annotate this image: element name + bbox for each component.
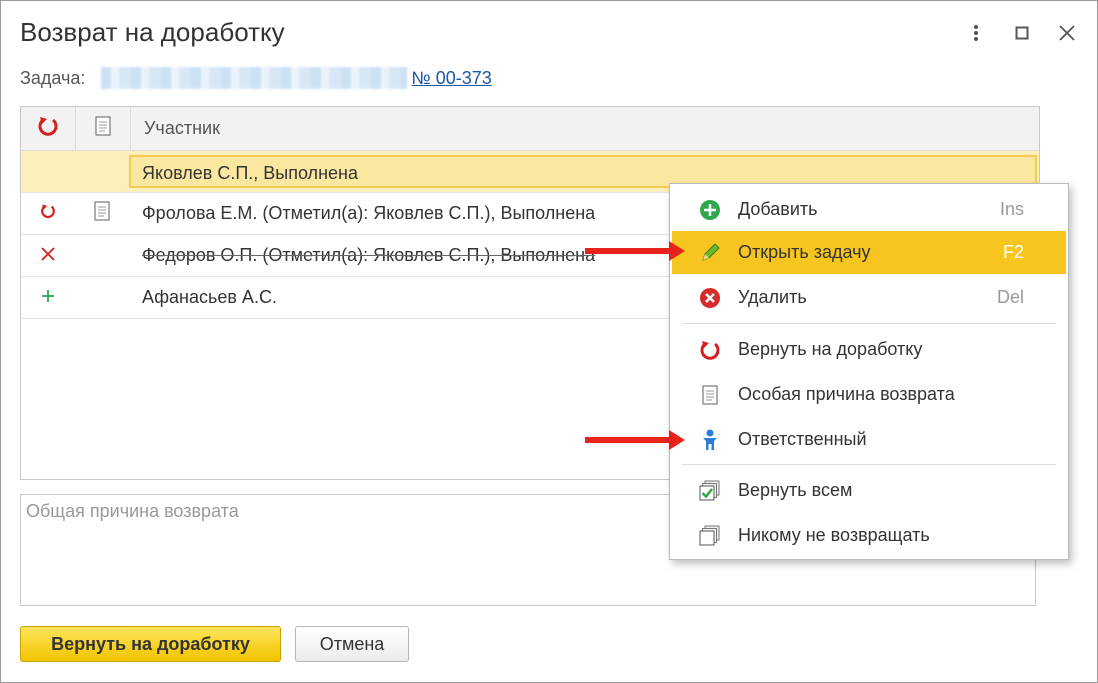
- close-icon[interactable]: [1053, 19, 1081, 47]
- menu-item-delete[interactable]: Удалить Del: [672, 276, 1066, 319]
- maximize-icon[interactable]: [1008, 19, 1036, 47]
- uncheck-all-icon: [698, 524, 722, 548]
- menu-item-return-none[interactable]: Никому не возвращать: [672, 514, 1066, 557]
- menu-item-special-reason[interactable]: Особая причина возврата: [672, 373, 1066, 416]
- return-button[interactable]: Вернуть на доработку: [20, 626, 281, 662]
- menu-item-return-all[interactable]: Вернуть всем: [672, 469, 1066, 512]
- cancel-button[interactable]: Отмена: [295, 626, 409, 662]
- header-participant[interactable]: Участник: [131, 118, 1039, 139]
- red-arrow-annotation: [585, 241, 685, 261]
- window-title: Возврат на доработку: [20, 17, 285, 47]
- context-menu: Добавить Ins Открыть задачу F2 Удалить D…: [669, 183, 1069, 560]
- menu-separator: [682, 464, 1056, 465]
- cross-icon[interactable]: [41, 245, 55, 266]
- table-header: Участник: [21, 107, 1039, 151]
- pencil-icon: [698, 241, 722, 265]
- document-icon: [698, 383, 722, 407]
- menu-item-add[interactable]: Добавить Ins: [672, 188, 1066, 231]
- menu-separator: [682, 323, 1056, 324]
- document-icon: [95, 116, 111, 141]
- header-return-column[interactable]: [21, 107, 76, 150]
- menu-item-return[interactable]: Вернуть на доработку: [672, 328, 1066, 371]
- task-label: Задача:: [20, 67, 86, 88]
- check-all-icon: [698, 479, 722, 503]
- return-icon: [698, 338, 722, 362]
- document-icon[interactable]: [94, 201, 110, 226]
- header-reason-column[interactable]: [76, 107, 131, 150]
- return-icon: [37, 115, 59, 142]
- plus-icon[interactable]: [41, 287, 55, 308]
- menu-item-open-task[interactable]: Открыть задачу F2: [672, 231, 1066, 274]
- more-menu-icon[interactable]: [962, 19, 990, 47]
- task-link[interactable]: № 00-373: [411, 68, 491, 89]
- task-row: Задача: № 00-373: [20, 67, 492, 89]
- menu-item-responsible[interactable]: Ответственный: [672, 418, 1066, 461]
- dialog-window: Возврат на доработку Задача: № 00-373 Уч…: [0, 0, 1098, 683]
- delete-circle-icon: [698, 286, 722, 310]
- red-arrow-annotation: [585, 430, 685, 450]
- person-icon: [698, 428, 722, 452]
- blurred-task-name: [101, 67, 408, 89]
- return-icon[interactable]: [40, 203, 56, 224]
- add-circle-icon: [698, 198, 722, 222]
